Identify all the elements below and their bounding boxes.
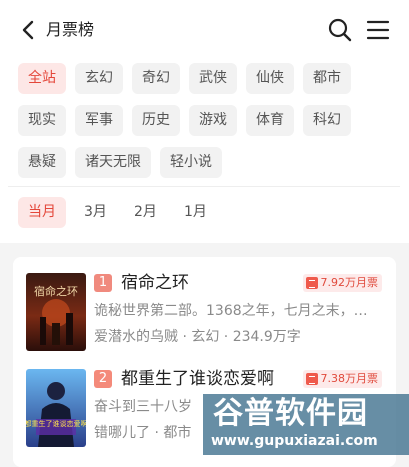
site-watermark: 谷普软件园 www.gupuxiazai.com [203, 394, 409, 455]
time-filter-january[interactable]: 1月 [174, 197, 217, 228]
category-chip[interactable]: 体育 [246, 105, 294, 136]
top-panel: 月票榜 全站 玄幻 奇幻 武侠 仙侠 都市 现实 军事 历史 游戏 体育 科幻 … [0, 0, 409, 243]
book-item[interactable]: 宿命之环 1 宿命之环 7.92万月票 诡秘世界第二部。1368之年，七月之末，… [13, 257, 396, 351]
rank-badge: 1 [94, 274, 112, 292]
divider [8, 186, 400, 187]
cover-title: 宿命之环 [34, 284, 78, 298]
category-chip[interactable]: 都市 [303, 63, 351, 94]
header-bar: 月票榜 [0, 0, 409, 60]
category-chip[interactable]: 军事 [75, 105, 123, 136]
ticket-icon [305, 373, 318, 385]
book-cover: 都重生了谁谈恋爱啊 [26, 369, 86, 447]
category-chip[interactable]: 武侠 [189, 63, 237, 94]
search-icon[interactable] [327, 17, 353, 43]
chevron-left-icon[interactable] [18, 18, 40, 42]
vote-badge: 7.92万月票 [302, 274, 382, 292]
time-filter-february[interactable]: 2月 [124, 197, 167, 228]
book-meta: 爱潜水的乌贼 · 玄幻 · 234.9万字 [94, 329, 301, 345]
vote-count: 7.38万月票 [320, 372, 379, 385]
book-meta: 错哪儿了 · 都市 [94, 425, 192, 441]
category-chip[interactable]: 悬疑 [18, 147, 66, 178]
category-chip[interactable]: 现实 [18, 105, 66, 136]
category-chip-all[interactable]: 全站 [18, 63, 66, 94]
watermark-url: www.gupuxiazai.com [211, 433, 378, 449]
category-chip[interactable]: 科幻 [303, 105, 351, 136]
category-chip[interactable]: 诸天无限 [75, 147, 151, 178]
vote-count: 7.92万月票 [320, 276, 379, 289]
category-chip[interactable]: 轻小说 [160, 147, 222, 178]
category-chip[interactable]: 游戏 [189, 105, 237, 136]
rank-badge: 2 [94, 370, 112, 388]
time-filter-march[interactable]: 3月 [74, 197, 117, 228]
watermark-title: 谷普软件园 [213, 396, 368, 431]
time-filter-current-month[interactable]: 当月 [18, 197, 66, 228]
ticket-icon [305, 277, 318, 289]
category-chip[interactable]: 玄幻 [75, 63, 123, 94]
vote-badge: 7.38万月票 [302, 370, 382, 388]
hamburger-menu-icon[interactable] [366, 19, 390, 41]
cover-title: 都重生了谁谈恋爱啊 [26, 419, 86, 428]
book-title: 都重生了谁谈恋爱啊 [121, 369, 274, 389]
category-chip[interactable]: 仙侠 [246, 63, 294, 94]
page-title: 月票榜 [46, 20, 95, 39]
book-description: 诡秘世界第二部。1368之年，七月之末，… [94, 303, 368, 319]
category-chip[interactable]: 历史 [132, 105, 180, 136]
category-chip[interactable]: 奇幻 [132, 63, 180, 94]
book-cover: 宿命之环 [26, 273, 86, 351]
book-title: 宿命之环 [121, 273, 189, 293]
